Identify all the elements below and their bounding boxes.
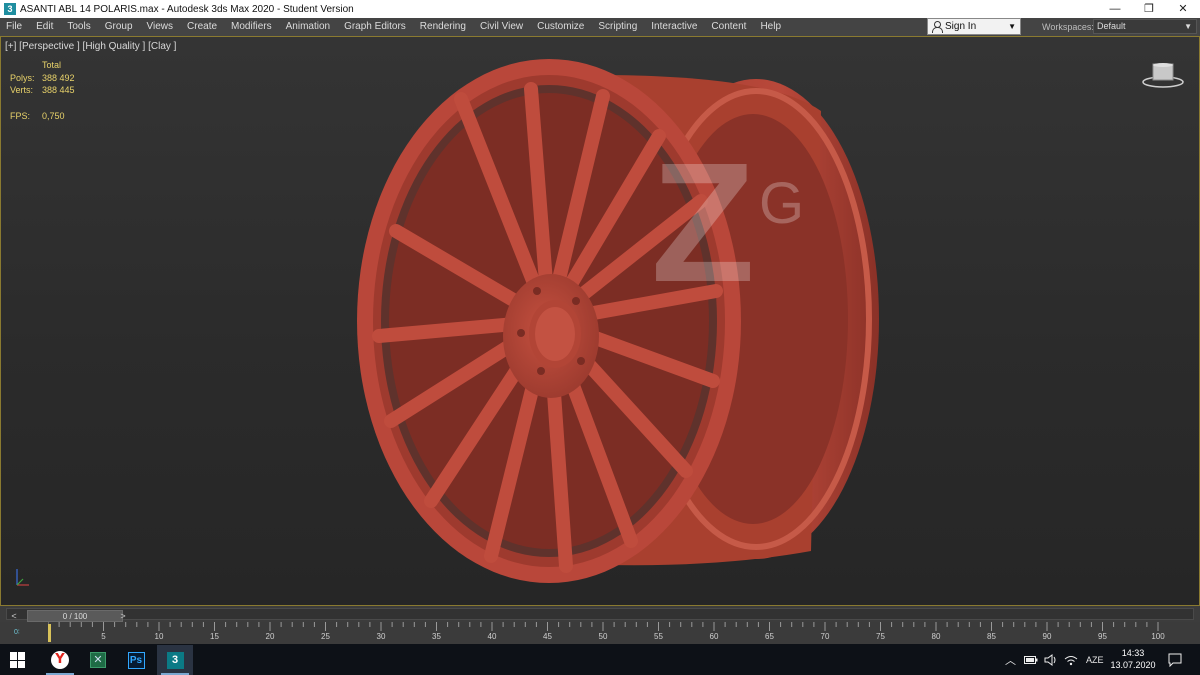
time-slider-prev-button[interactable]: <	[8, 610, 20, 622]
menu-animation[interactable]: Animation	[279, 18, 337, 36]
polys-value: 388 492	[42, 72, 75, 83]
menu-edit[interactable]: Edit	[29, 18, 60, 36]
frame-tick-label: 5	[101, 632, 106, 641]
fps-value: 0,750	[42, 110, 65, 121]
polys-label: Polys:	[10, 72, 35, 83]
app-window: 3 ASANTI ABL 14 POLARIS.max - Autodesk 3…	[0, 0, 1200, 675]
maximize-button[interactable]: ❐	[1132, 0, 1166, 18]
clock[interactable]: 14:33 13.07.2020	[1105, 647, 1161, 671]
frame-tick-label: 75	[876, 632, 885, 641]
windows-taskbar: Y ✕ Ps 3 ︿ AZE 14:33 13.07.2020	[0, 644, 1200, 675]
notifications-icon[interactable]	[1168, 653, 1182, 667]
viewcube-icon[interactable]	[1141, 61, 1185, 89]
workspaces-select[interactable]: Default ▼	[1093, 19, 1197, 34]
menu-scripting[interactable]: Scripting	[591, 18, 644, 36]
taskbar-3dsmax[interactable]: 3	[157, 645, 193, 675]
watermark-z: Z	[651, 128, 755, 318]
green-app-icon: ✕	[90, 652, 106, 668]
menu-tools[interactable]: Tools	[60, 18, 97, 36]
current-frame-marker[interactable]	[48, 624, 51, 642]
frame-tick-label: 55	[654, 632, 663, 641]
system-tray: ︿ AZE	[1005, 644, 1104, 675]
workspaces-value: Default	[1097, 21, 1126, 31]
yandex-browser-icon: Y	[51, 651, 69, 669]
window-title: ASANTI ABL 14 POLARIS.max - Autodesk 3ds…	[20, 3, 354, 15]
frame-tick-label: 90	[1042, 632, 1052, 641]
taskbar-yandex-browser[interactable]: Y	[42, 645, 78, 675]
frame-tick-label: 40	[487, 632, 497, 641]
wheel-model[interactable]: Z G	[341, 51, 901, 596]
workspaces-label: Workspaces:	[1042, 22, 1094, 32]
frame-tick-label: 85	[987, 632, 996, 641]
menu-content[interactable]: Content	[704, 18, 753, 36]
menu-help[interactable]: Help	[753, 18, 788, 36]
fps-label: FPS:	[10, 110, 31, 121]
sign-in-dropdown[interactable]: Sign In ▼	[927, 18, 1021, 35]
clock-date: 13.07.2020	[1110, 660, 1156, 670]
verts-label: Verts:	[10, 85, 34, 95]
frame-tick-label: 10	[154, 632, 164, 641]
sign-in-label: Sign In	[945, 21, 977, 32]
close-button[interactable]: ✕	[1166, 0, 1200, 18]
frame-tick-label: 100	[1151, 632, 1165, 641]
viewport-statistics: Total Polys: 388 492 Verts: 388 445 FPS: 0,…	[10, 59, 75, 122]
time-slider-bar: < 0 / 100 >	[0, 606, 1200, 622]
watermark-g: G	[759, 171, 804, 236]
chevron-down-icon: ▼	[1184, 22, 1192, 31]
battery-icon[interactable]	[1024, 655, 1038, 665]
track-bar[interactable]: 0∶ 5 10 15 20 25 30 35 40 45 50 55 60 65 70 75 80 85 90 95…	[0, 622, 1200, 644]
menu-modifiers[interactable]: Modifiers	[224, 18, 279, 36]
frame-tick-label: 70	[820, 632, 830, 641]
viewport-label-menu[interactable]: [+] [Perspective ] [High Quality ] [Clay…	[5, 41, 176, 52]
menu-rendering[interactable]: Rendering	[413, 18, 473, 36]
axis-tripod-icon	[16, 569, 29, 586]
menu-graph-editors[interactable]: Graph Editors	[337, 18, 413, 36]
time-slider-track[interactable]: < 0 / 100 >	[6, 608, 1194, 622]
frame-tick-label: 25	[321, 632, 330, 641]
frame-tick-label: 20	[265, 632, 275, 641]
perspective-viewport[interactable]: [+] [Perspective ] [High Quality ] [Clay…	[0, 36, 1200, 606]
3dsmax-icon: 3	[166, 651, 184, 669]
wifi-icon[interactable]	[1064, 654, 1078, 666]
stats-header: Total	[42, 60, 62, 70]
menu-group[interactable]: Group	[98, 18, 140, 36]
volume-icon[interactable]	[1044, 653, 1058, 666]
frame-tick-label: 65	[765, 632, 774, 641]
time-slider-next-button[interactable]: >	[117, 610, 129, 622]
verts-value: 388 445	[42, 85, 75, 95]
frame-tick-label: 15	[210, 632, 219, 641]
clock-time: 14:33	[1121, 648, 1145, 658]
title-bar: 3 ASANTI ABL 14 POLARIS.max - Autodesk 3…	[0, 0, 1200, 18]
minimize-button[interactable]: —	[1098, 0, 1132, 18]
menu-interactive[interactable]: Interactive	[644, 18, 704, 36]
frame-tick-label: 35	[432, 632, 441, 641]
key-filter-label[interactable]: 0∶	[4, 624, 30, 642]
menu-views[interactable]: Views	[140, 18, 181, 36]
language-indicator[interactable]: AZE	[1086, 655, 1104, 665]
windows-start-icon[interactable]	[10, 652, 26, 668]
menu-file[interactable]: File	[0, 18, 29, 36]
frame-tick-label: 50	[598, 632, 608, 641]
frame-tick-label: 95	[1098, 632, 1107, 641]
taskbar-photoshop[interactable]: Ps	[118, 645, 154, 675]
chevron-up-icon[interactable]: ︿	[1005, 652, 1016, 668]
user-icon	[931, 21, 943, 33]
menu-customize[interactable]: Customize	[530, 18, 591, 36]
frame-tick-label: 80	[931, 632, 941, 641]
3dsmax-app-icon[interactable]: 3	[4, 3, 16, 15]
chevron-down-icon: ▼	[1008, 22, 1016, 31]
taskbar-green-app[interactable]: ✕	[80, 645, 116, 675]
frame-tick-label: 45	[543, 632, 552, 641]
photoshop-icon: Ps	[127, 651, 145, 669]
time-slider-thumb[interactable]: 0 / 100	[27, 610, 123, 622]
frame-tick-label: 60	[709, 632, 719, 641]
window-controls: — ❐ ✕	[1098, 0, 1200, 18]
frame-tick-label: 30	[376, 632, 386, 641]
menu-civil-view[interactable]: Civil View	[473, 18, 530, 36]
menu-create[interactable]: Create	[180, 18, 224, 36]
